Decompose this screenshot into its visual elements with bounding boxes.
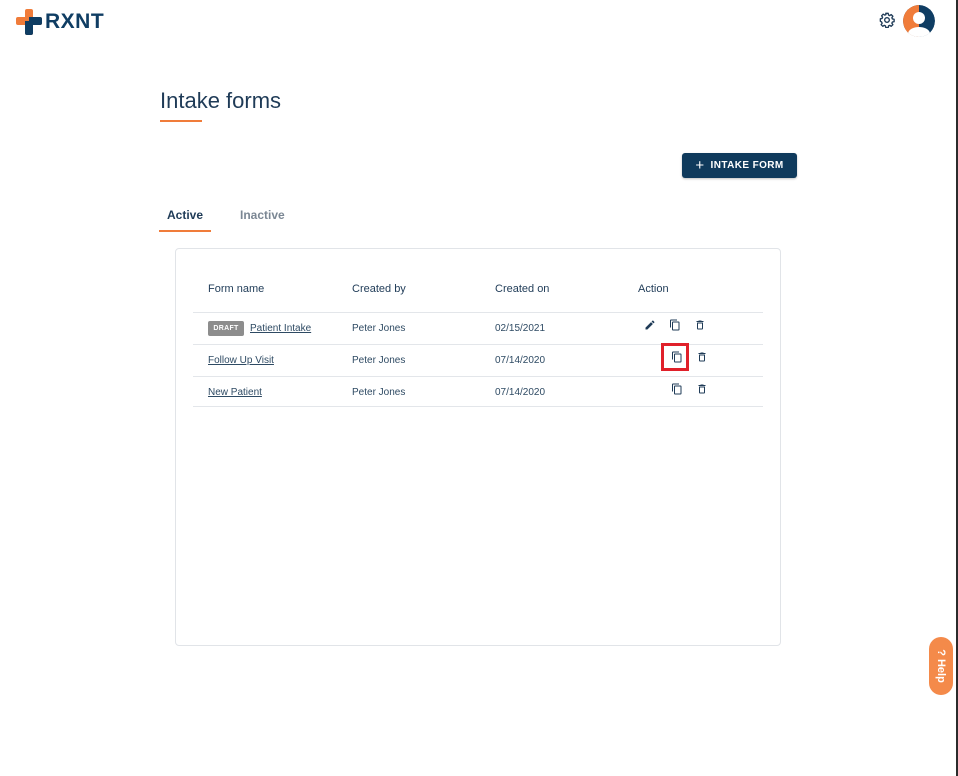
tab-inactive[interactable]: Inactive <box>240 208 285 230</box>
delete-icon[interactable] <box>696 351 708 363</box>
copy-icon[interactable] <box>669 319 681 331</box>
created-by-cell: Peter Jones <box>352 323 406 334</box>
table-divider <box>193 406 763 407</box>
avatar-icon[interactable] <box>903 5 935 37</box>
delete-icon[interactable] <box>696 383 708 395</box>
page-title: Intake forms <box>160 88 282 113</box>
copy-icon[interactable] <box>671 383 683 395</box>
draft-badge: DRAFT <box>208 321 244 336</box>
help-button[interactable]: ? Help <box>929 637 953 695</box>
add-intake-form-label: INTAKE FORM <box>710 160 784 171</box>
title-underline <box>160 120 202 122</box>
gear-icon[interactable] <box>879 12 895 28</box>
tab-active[interactable]: Active <box>159 208 211 232</box>
column-header-action: Action <box>638 283 669 295</box>
logo-cross-icon <box>16 9 42 35</box>
table-divider <box>193 376 763 377</box>
created-on-cell: 07/14/2020 <box>495 387 546 398</box>
created-on-cell: 07/14/2020 <box>495 355 546 366</box>
created-by-cell: Peter Jones <box>352 355 406 366</box>
page: RXNT Intake forms + INTAKE FORM Active I… <box>0 0 958 776</box>
rxnt-logo[interactable]: RXNT <box>16 9 104 35</box>
help-label: ? Help <box>935 649 947 683</box>
column-header-form-name: Form name <box>208 283 265 295</box>
edit-icon[interactable] <box>644 319 656 331</box>
logo-text: RXNT <box>45 10 105 33</box>
table-divider <box>193 312 763 313</box>
form-link-new-patient[interactable]: New Patient <box>208 387 262 398</box>
delete-icon[interactable] <box>694 319 706 331</box>
created-by-cell: Peter Jones <box>352 387 406 398</box>
created-on-cell: 02/15/2021 <box>495 323 546 334</box>
form-link-follow-up-visit[interactable]: Follow Up Visit <box>208 355 274 366</box>
copy-highlight-box <box>661 343 689 371</box>
add-intake-form-button[interactable]: + INTAKE FORM <box>682 153 797 178</box>
column-header-created-on: Created on <box>495 283 550 295</box>
forms-table-card <box>175 248 781 646</box>
plus-icon: + <box>695 157 705 174</box>
column-header-created-by: Created by <box>352 283 406 295</box>
form-link-patient-intake[interactable]: Patient Intake <box>250 323 311 334</box>
